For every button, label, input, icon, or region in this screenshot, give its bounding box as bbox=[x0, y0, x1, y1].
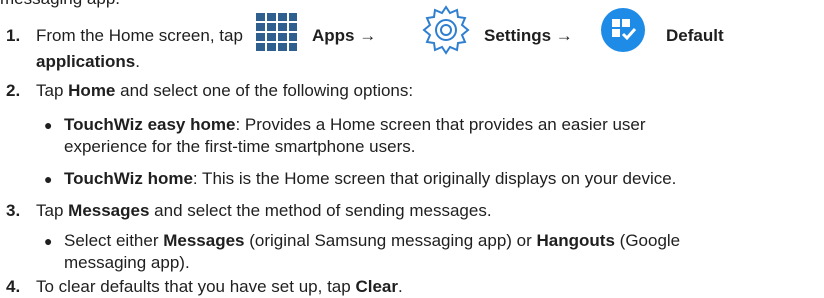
applications-label: applications bbox=[36, 52, 136, 71]
arrow-right-icon: → bbox=[359, 26, 377, 45]
bullet-dot-icon: ● bbox=[44, 233, 53, 249]
step-1-settings-path: Settings → bbox=[484, 25, 573, 47]
step-3: 3. Tap Messages and select the method of … bbox=[6, 201, 492, 220]
step-4-number: 4. bbox=[6, 277, 21, 296]
clear-label: Clear bbox=[355, 277, 398, 296]
touchwiz-easy-home-label: TouchWiz easy home bbox=[64, 115, 236, 134]
bullet-dot-icon: ● bbox=[44, 171, 53, 187]
apps-grid-icon bbox=[256, 13, 297, 51]
step-1-apps-path: Apps → bbox=[312, 25, 376, 47]
bullet-continuation: messaging app). bbox=[64, 253, 190, 272]
messages-option-label: Messages bbox=[163, 231, 245, 250]
step-2-number: 2. bbox=[6, 81, 21, 100]
arrow-right-icon: → bbox=[555, 26, 573, 45]
default-applications-icon bbox=[601, 8, 645, 52]
step-1-number: 1. bbox=[6, 26, 21, 45]
step-1-default-label: Default bbox=[666, 25, 724, 47]
step-4: 4. To clear defaults that you have set up… bbox=[6, 277, 403, 296]
step-3-number: 3. bbox=[6, 201, 21, 220]
bullet-dot-icon: ● bbox=[44, 117, 53, 133]
messages-label: Messages bbox=[68, 201, 150, 220]
step-1-text: From the Home screen, tap bbox=[36, 26, 243, 45]
home-label: Home bbox=[68, 81, 116, 100]
bullet-continuation: experience for the first-time smartphone… bbox=[64, 137, 416, 156]
step-1-continuation: applications. bbox=[36, 52, 140, 71]
settings-gear-icon bbox=[422, 5, 470, 55]
apps-label: Apps bbox=[312, 26, 355, 45]
settings-label: Settings bbox=[484, 26, 552, 45]
top-fragment-text: messaging app. bbox=[0, 0, 120, 10]
step-2: 2. Tap Home and select one of the followi… bbox=[6, 81, 414, 100]
hangouts-option-label: Hangouts bbox=[536, 231, 615, 250]
step-1: 1. From the Home screen, tap bbox=[6, 25, 243, 47]
default-label: Default bbox=[666, 26, 724, 45]
touchwiz-home-label: TouchWiz home bbox=[64, 169, 193, 188]
